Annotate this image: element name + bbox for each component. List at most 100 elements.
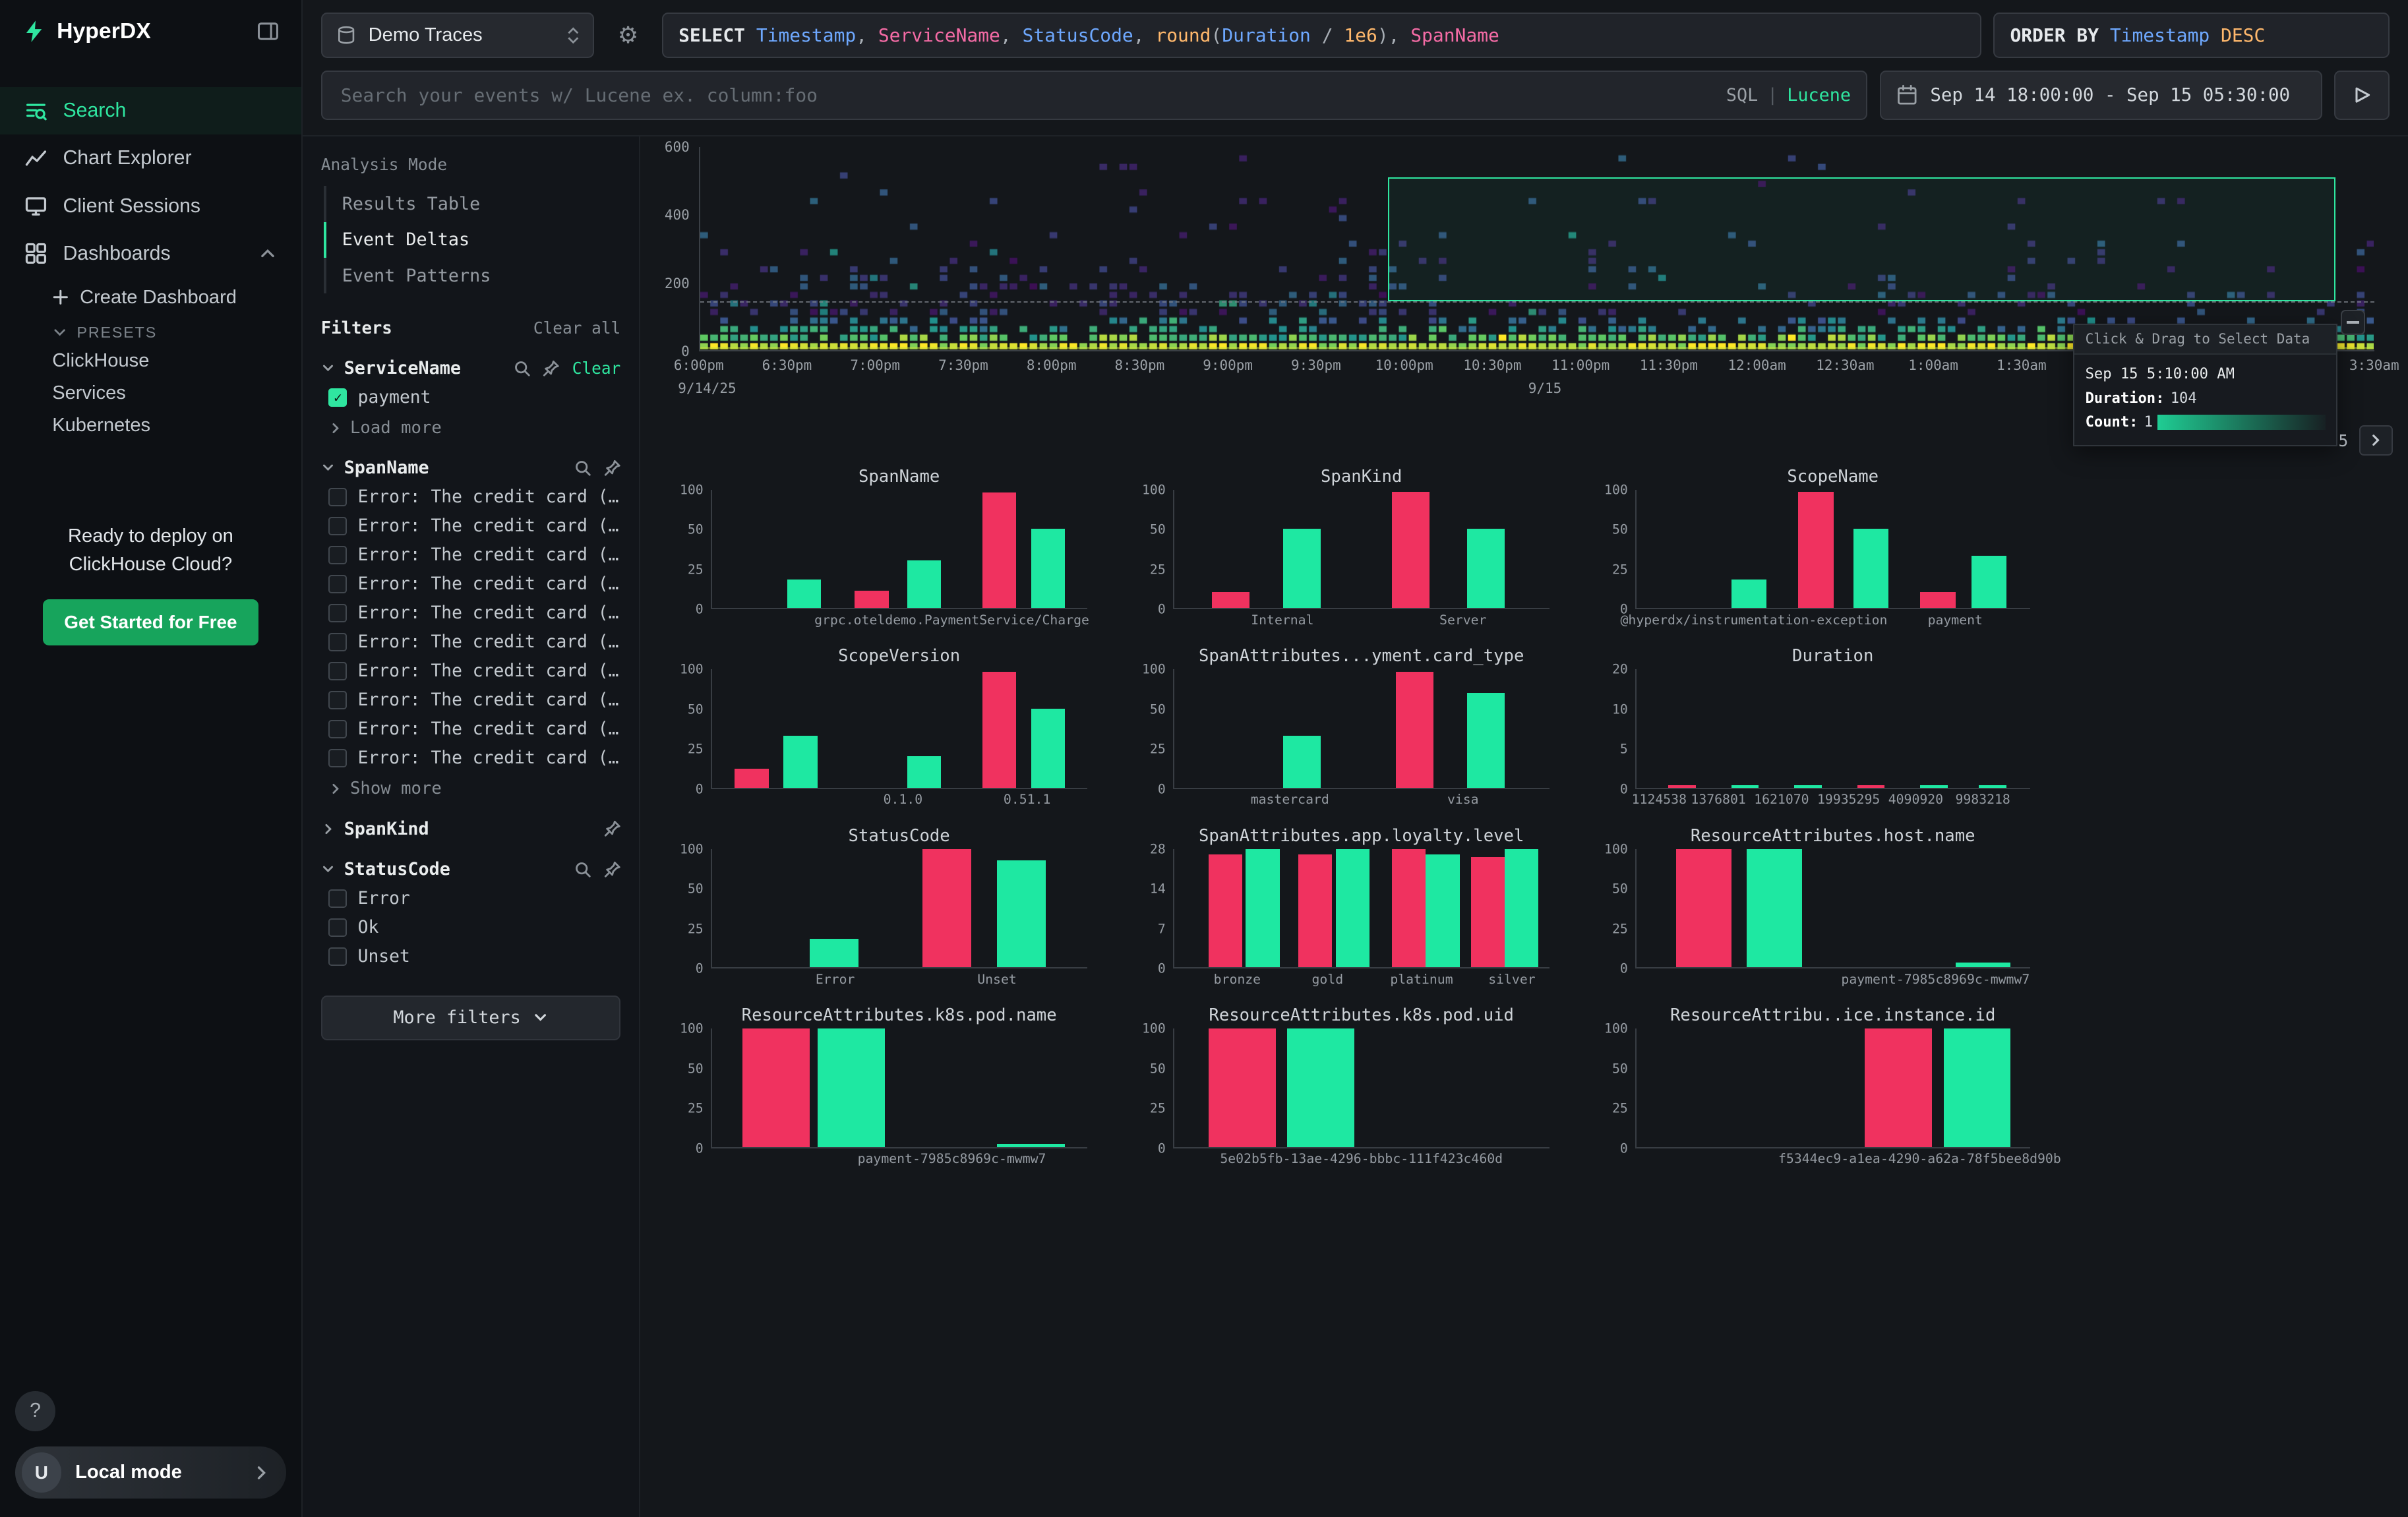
checkbox[interactable] <box>328 575 347 593</box>
chart-plot[interactable] <box>711 1028 1087 1148</box>
bar-inlier[interactable] <box>1956 963 2011 967</box>
run-query-button[interactable] <box>2334 71 2390 120</box>
search-icon[interactable] <box>514 360 531 377</box>
sidebar-item-dashboards[interactable]: Dashboards <box>0 230 301 278</box>
bar-outlier[interactable] <box>1396 672 1433 788</box>
checkbox[interactable] <box>328 947 347 966</box>
filter-checkbox-row[interactable]: Error: The credit card (… <box>321 541 621 570</box>
checkbox[interactable] <box>328 488 347 506</box>
bar-inlier[interactable] <box>1979 785 2006 788</box>
filter-checkbox-row[interactable]: Error: The credit card (… <box>321 657 621 686</box>
order-by-box[interactable]: ORDER BY Timestamp DESC <box>1993 13 2390 59</box>
heatmap-plot[interactable] <box>699 147 2374 351</box>
bar-inlier[interactable] <box>1505 849 1538 968</box>
app-logo[interactable]: HyperDX <box>22 18 151 44</box>
bar-outlier[interactable] <box>742 1028 810 1147</box>
bar-inlier[interactable] <box>1794 785 1822 788</box>
user-avatar[interactable]: U <box>22 1452 62 1493</box>
checkbox[interactable] <box>328 604 347 622</box>
bar-inlier[interactable] <box>907 756 941 788</box>
bar-outlier[interactable] <box>1920 592 1956 608</box>
bar-inlier[interactable] <box>1031 709 1065 788</box>
checkbox[interactable] <box>328 918 347 937</box>
local-mode-pill[interactable]: U Local mode <box>15 1446 286 1499</box>
filter-checkbox-row[interactable]: Error: The credit card (… <box>321 570 621 599</box>
bar-inlier[interactable] <box>787 580 821 608</box>
bar-inlier[interactable] <box>1731 580 1767 608</box>
preset-clickhouse[interactable]: ClickHouse <box>52 345 301 377</box>
bar-outlier[interactable] <box>1676 849 1731 968</box>
checkbox[interactable] <box>328 546 347 564</box>
filter-checkbox-row[interactable]: Error: The credit card (… <box>321 628 621 657</box>
chart-plot[interactable] <box>1635 849 2030 969</box>
filter-group-spanname[interactable]: SpanName <box>321 458 621 478</box>
bar-outlier[interactable] <box>855 591 888 608</box>
bar-inlier[interactable] <box>1467 693 1505 788</box>
source-select[interactable]: Demo Traces <box>321 13 595 59</box>
zoom-out-button[interactable] <box>2341 310 2365 334</box>
bar-outlier[interactable] <box>982 672 1016 788</box>
show-more-link[interactable]: Show more <box>321 773 621 798</box>
filter-checkbox-row[interactable]: Error: The credit card (… <box>321 744 621 773</box>
chart-plot[interactable] <box>711 849 1087 969</box>
pin-icon[interactable] <box>604 460 621 477</box>
bar-outlier[interactable] <box>1209 1028 1276 1147</box>
presets-toggle[interactable]: PRESETS <box>52 324 301 342</box>
bar-inlier[interactable] <box>1336 849 1370 968</box>
heatmap-selection[interactable] <box>1388 177 2335 301</box>
filter-group-statuscode[interactable]: StatusCode <box>321 859 621 879</box>
bar-outlier[interactable] <box>1212 592 1249 608</box>
filter-checkbox-row[interactable]: Error: The credit card (… <box>321 483 621 512</box>
sidebar-item-client-sessions[interactable]: Client Sessions <box>0 182 301 229</box>
pin-icon[interactable] <box>604 820 621 837</box>
more-filters-button[interactable]: More filters <box>321 996 621 1040</box>
filter-checkbox-row[interactable]: payment <box>321 383 621 412</box>
mode-event-patterns[interactable]: Event Patterns <box>324 258 620 293</box>
filter-checkbox-row[interactable]: Error: The credit card (… <box>321 512 621 541</box>
chart-plot[interactable] <box>1173 1028 1550 1148</box>
next-page-button[interactable] <box>2359 425 2393 456</box>
create-dashboard-button[interactable]: Create Dashboard <box>52 280 301 314</box>
sql-select-box[interactable]: SELECT Timestamp, ServiceName, StatusCod… <box>662 13 1981 59</box>
bar-inlier[interactable] <box>1920 785 1948 788</box>
bar-inlier[interactable] <box>1747 849 1802 968</box>
filter-checkbox-row[interactable]: Error: The credit card (… <box>321 715 621 744</box>
sidebar-item-search[interactable]: Search <box>0 87 301 134</box>
bar-outlier[interactable] <box>1857 785 1885 788</box>
chart-plot[interactable] <box>1635 669 2030 789</box>
source-settings-button[interactable] <box>607 13 649 59</box>
sidebar-item-chart-explorer[interactable]: Chart Explorer <box>0 134 301 182</box>
search-input[interactable] <box>338 83 1714 108</box>
mode-results-table[interactable]: Results Table <box>324 186 620 222</box>
bar-inlier[interactable] <box>907 560 941 608</box>
chart-plot[interactable] <box>1173 669 1550 789</box>
bar-inlier[interactable] <box>1246 849 1279 968</box>
bar-inlier[interactable] <box>1283 736 1321 788</box>
mode-event-deltas[interactable]: Event Deltas <box>324 222 620 258</box>
bar-outlier[interactable] <box>922 849 971 968</box>
pin-icon[interactable] <box>604 861 621 878</box>
help-button[interactable]: ? <box>15 1391 55 1431</box>
chart-plot[interactable] <box>1635 1028 2030 1148</box>
checkbox[interactable] <box>328 388 347 407</box>
bar-inlier[interactable] <box>1426 854 1459 967</box>
filter-checkbox-row[interactable]: Unset <box>321 942 621 971</box>
checkbox[interactable] <box>328 720 347 738</box>
sidebar-collapse-button[interactable] <box>256 20 280 43</box>
bar-inlier[interactable] <box>997 860 1046 967</box>
bar-outlier[interactable] <box>1209 854 1242 967</box>
load-more-link[interactable]: Load more <box>321 412 621 438</box>
lucene-mode-option[interactable]: Lucene <box>1787 85 1851 105</box>
bar-outlier[interactable] <box>735 769 768 788</box>
bar-outlier[interactable] <box>1392 849 1426 968</box>
bar-inlier[interactable] <box>1731 785 1759 788</box>
bar-inlier[interactable] <box>1283 529 1321 608</box>
sql-mode-option[interactable]: SQL <box>1726 85 1758 105</box>
chart-plot[interactable] <box>711 490 1087 610</box>
bar-inlier[interactable] <box>997 1144 1064 1147</box>
bar-inlier[interactable] <box>818 1028 885 1147</box>
bar-inlier[interactable] <box>1972 556 2007 608</box>
bar-outlier[interactable] <box>1298 854 1332 967</box>
bar-inlier[interactable] <box>1287 1028 1354 1147</box>
preset-services[interactable]: Services <box>52 377 301 409</box>
